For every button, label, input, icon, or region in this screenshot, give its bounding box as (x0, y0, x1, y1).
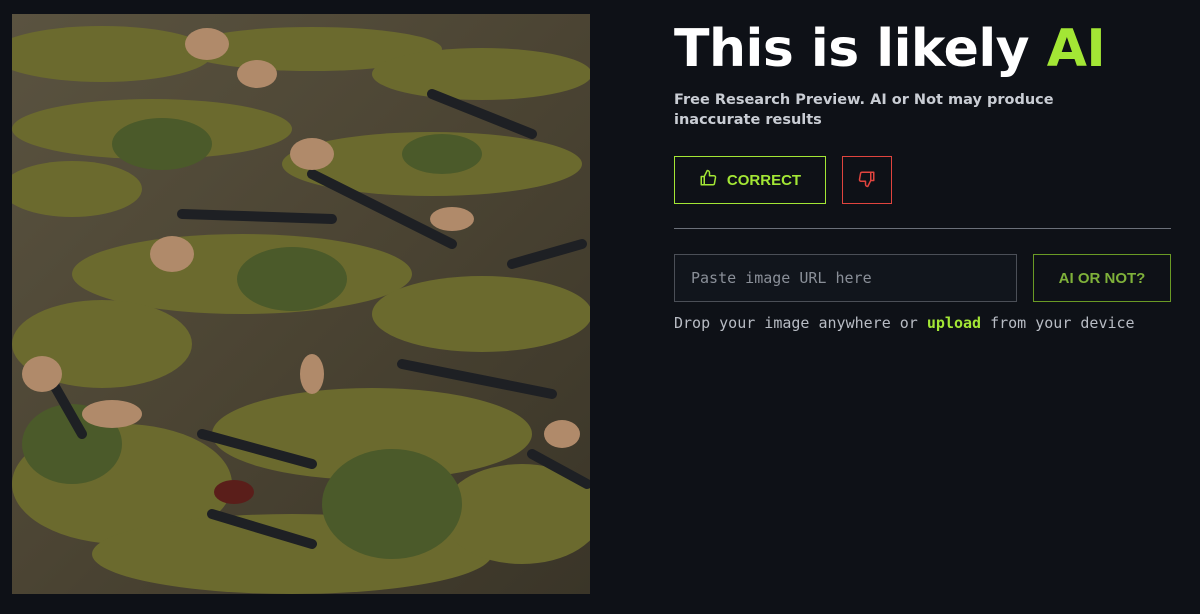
correct-button-label: CORRECT (726, 171, 802, 189)
upload-link[interactable]: upload (927, 314, 981, 332)
image-url-input[interactable] (674, 254, 1017, 302)
drop-hint: Drop your image anywhere or upload from … (674, 314, 1174, 332)
incorrect-button[interactable] (842, 156, 892, 204)
url-check-row: AI OR NOT? (674, 254, 1174, 302)
verdict-heading: This is likely AI (674, 18, 1174, 80)
analyzed-photo (12, 14, 590, 594)
section-divider (674, 228, 1171, 229)
drop-hint-prefix: Drop your image anywhere or (674, 314, 927, 332)
verdict-label: AI (1046, 19, 1106, 79)
thumbs-down-icon (858, 170, 876, 191)
photo-illustration (12, 14, 590, 594)
disclaimer-text: Free Research Preview. AI or Not may pro… (674, 92, 1054, 128)
ai-or-not-button[interactable]: AI OR NOT? (1033, 254, 1171, 302)
verdict-prefix: This is likely (674, 19, 1047, 79)
thumbs-up-icon (699, 169, 717, 191)
results-panel: This is likely AI Free Research Preview.… (674, 18, 1174, 332)
feedback-row: CORRECT (674, 156, 1174, 204)
drop-hint-suffix: from your device (981, 314, 1135, 332)
page: This is likely AI Free Research Preview.… (0, 0, 1200, 614)
correct-button[interactable]: CORRECT (674, 156, 826, 204)
